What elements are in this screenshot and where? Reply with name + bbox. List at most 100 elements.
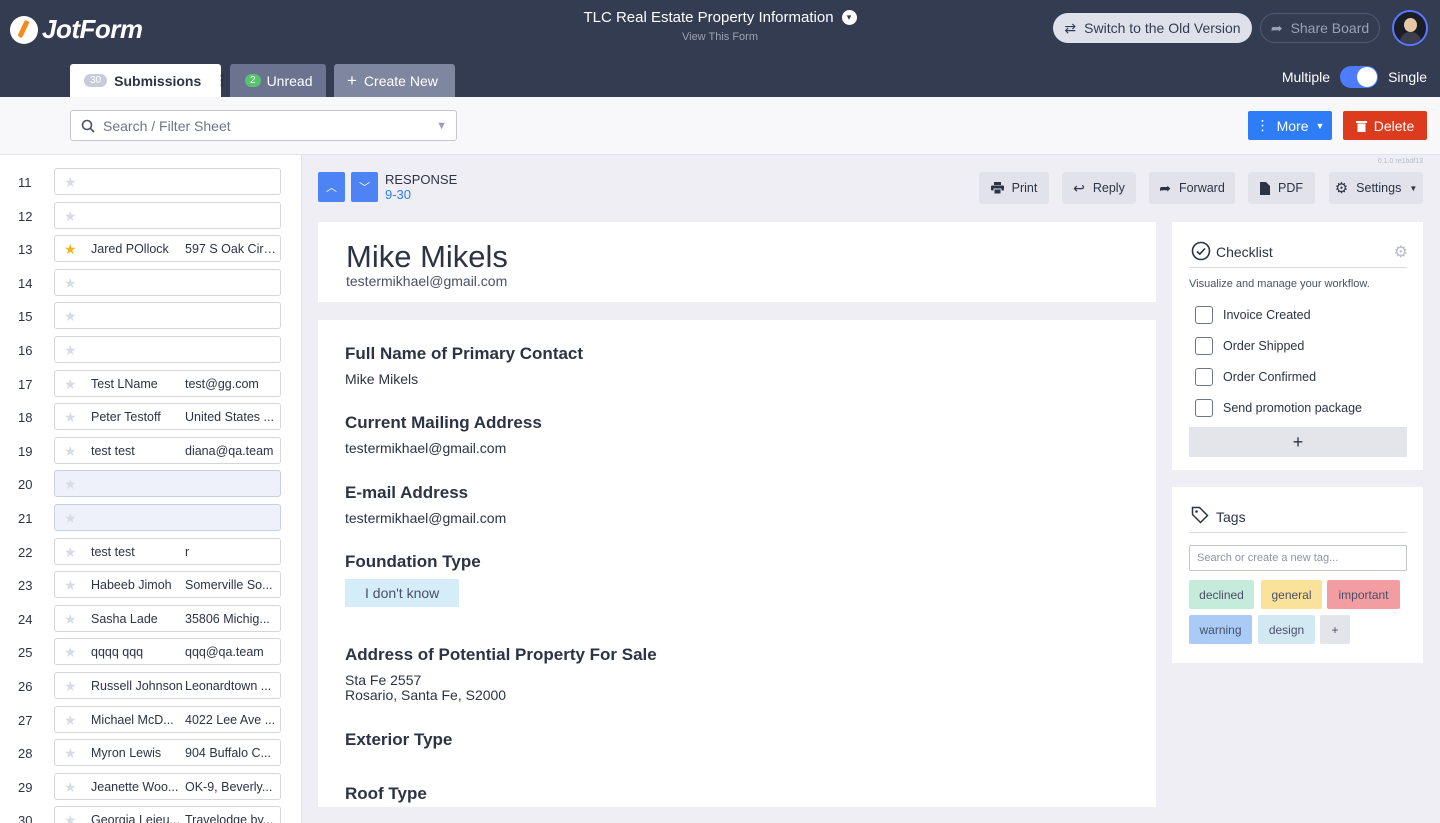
star-icon[interactable]: ★ <box>64 241 77 258</box>
star-icon[interactable]: ★ <box>64 779 77 796</box>
add-tag-button[interactable]: + <box>1320 615 1350 644</box>
list-item[interactable]: 17 ★ Test LName test@gg.com <box>0 369 301 400</box>
print-button[interactable]: Print <box>979 172 1049 204</box>
search-placeholder: Search / Filter Sheet <box>103 117 231 134</box>
kebab-menu-icon[interactable]: ⋮ <box>214 71 230 91</box>
submission-row[interactable]: ★ Jeanette Woo... OK-9, Beverly... <box>54 772 281 800</box>
list-item[interactable]: 30 ★ Georgia Lejeu... Travelodge by... <box>0 806 301 823</box>
checklist-item[interactable]: Order Shipped <box>1195 337 1304 355</box>
settings-button[interactable]: ⚙ Settings ▼ <box>1329 172 1423 204</box>
submission-row[interactable]: ★ Myron Lewis 904 Buffalo C... <box>54 739 281 767</box>
star-icon[interactable]: ★ <box>64 577 77 594</box>
tag-general[interactable]: general <box>1261 580 1322 609</box>
checklist-item[interactable]: Order Confirmed <box>1195 368 1316 386</box>
star-icon[interactable]: ★ <box>64 443 77 460</box>
list-item[interactable]: 23 ★ Habeeb Jimoh Somerville So... <box>0 571 301 601</box>
list-item[interactable]: 29 ★ Jeanette Woo... OK-9, Beverly... <box>0 772 301 803</box>
submission-row[interactable]: ★ <box>54 168 281 195</box>
star-icon[interactable]: ★ <box>64 308 77 325</box>
form-title-dropdown[interactable]: TLC Real Estate Property Information ▾ <box>583 9 857 26</box>
pdf-button[interactable]: PDF <box>1248 172 1315 204</box>
submission-row[interactable]: ★ test test r <box>54 537 281 565</box>
switch-old-version-button[interactable]: ⇄ Switch to the Old Version <box>1053 13 1252 43</box>
gear-icon[interactable]: ⚙ <box>1394 242 1408 262</box>
tab-create-new[interactable]: + Create New <box>334 64 455 97</box>
list-item[interactable]: 14 ★ <box>0 268 301 299</box>
share-board-button[interactable]: ➦ Share Board <box>1260 13 1380 43</box>
checkbox[interactable] <box>1195 337 1213 355</box>
list-item[interactable]: 25 ★ qqqq qqq qqq@qa.team <box>0 638 301 668</box>
list-item[interactable]: 26 ★ Russell Johnson Leonardtown ... <box>0 672 301 702</box>
star-icon[interactable]: ★ <box>64 342 77 359</box>
submission-row[interactable]: ★ Test LName test@gg.com <box>54 369 281 397</box>
checklist-item[interactable]: Send promotion package <box>1195 399 1362 417</box>
add-checklist-item-button[interactable]: + <box>1189 427 1407 457</box>
star-icon[interactable]: ★ <box>64 275 77 292</box>
star-icon[interactable]: ★ <box>64 174 77 191</box>
jotform-logo[interactable]: JotForm <box>10 14 143 45</box>
more-button[interactable]: ⋮ More ▼ <box>1248 111 1332 140</box>
checkbox[interactable] <box>1195 368 1213 386</box>
checkbox[interactable] <box>1195 306 1213 324</box>
submission-row[interactable]: ★ test test diana@qa.team <box>54 436 281 464</box>
submission-row[interactable]: ★ <box>54 336 281 363</box>
star-icon[interactable]: ★ <box>64 644 77 661</box>
list-item[interactable]: 28 ★ Myron Lewis 904 Buffalo C... <box>0 739 301 769</box>
star-icon[interactable]: ★ <box>64 745 77 762</box>
submission-row[interactable]: ★ <box>54 504 281 531</box>
view-form-link[interactable]: View This Form <box>520 31 920 43</box>
next-response-button[interactable]: ﹀ <box>351 172 378 202</box>
submission-row[interactable]: ★ <box>54 302 281 330</box>
star-icon[interactable]: ★ <box>64 376 77 393</box>
list-item[interactable]: 12 ★ <box>0 201 301 232</box>
forward-button[interactable]: ➦ Forward <box>1149 172 1235 204</box>
previous-response-button[interactable]: ︿ <box>318 172 345 202</box>
submission-row[interactable]: ★ <box>54 268 281 296</box>
list-item[interactable]: 15 ★ <box>0 302 301 332</box>
checkbox[interactable] <box>1195 399 1213 417</box>
star-icon[interactable]: ★ <box>64 409 77 426</box>
tag-declined[interactable]: declined <box>1189 580 1254 609</box>
star-icon[interactable]: ★ <box>64 208 77 225</box>
list-item[interactable]: 16 ★ <box>0 336 301 366</box>
submission-row[interactable]: ★ <box>54 201 281 229</box>
share-arrow-icon: ➦ <box>1270 19 1283 36</box>
star-icon[interactable]: ★ <box>64 712 77 729</box>
star-icon[interactable]: ★ <box>64 544 77 561</box>
submission-row[interactable]: ★ Georgia Lejeu... Travelodge by... <box>54 806 281 823</box>
reply-button[interactable]: ↩ Reply <box>1062 172 1136 204</box>
star-icon[interactable]: ★ <box>64 812 77 823</box>
list-item[interactable]: 20 ★ <box>0 470 301 500</box>
list-item[interactable]: 21 ★ <box>0 504 301 534</box>
star-icon[interactable]: ★ <box>64 611 77 628</box>
delete-button[interactable]: Delete <box>1343 111 1427 140</box>
list-item[interactable]: 11 ★ <box>0 168 301 198</box>
submission-row[interactable]: ★ <box>54 470 281 498</box>
tag-warning[interactable]: warning <box>1189 615 1252 644</box>
submission-row[interactable]: ★ Peter Testoff United States ... <box>54 403 281 431</box>
tab-unread[interactable]: 2 Unread <box>230 64 326 97</box>
star-icon[interactable]: ★ <box>64 510 77 527</box>
list-item[interactable]: 18 ★ Peter Testoff United States ... <box>0 403 301 433</box>
submission-row[interactable]: ★ qqqq qqq qqq@qa.team <box>54 638 281 666</box>
list-item[interactable]: 13 ★ Jared POllock 597 S Oak Cir ... <box>0 235 301 265</box>
checklist-item[interactable]: Invoice Created <box>1195 306 1311 324</box>
list-item[interactable]: 19 ★ test test diana@qa.team <box>0 436 301 467</box>
tag-design[interactable]: design <box>1258 615 1315 644</box>
list-item[interactable]: 27 ★ Michael McD... 4022 Lee Ave ... <box>0 705 301 736</box>
tab-submissions[interactable]: 30 Submissions ⋮ <box>70 64 230 97</box>
tag-important[interactable]: important <box>1327 580 1400 609</box>
submission-row[interactable]: ★ Jared POllock 597 S Oak Cir ... <box>54 235 281 263</box>
star-icon[interactable]: ★ <box>64 678 77 695</box>
search-filter-input[interactable]: Search / Filter Sheet ▼ <box>70 110 457 141</box>
submission-row[interactable]: ★ Sasha Lade 35806 Michig... <box>54 604 281 632</box>
submission-row[interactable]: ★ Michael McD... 4022 Lee Ave ... <box>54 705 281 733</box>
tag-search-input[interactable]: Search or create a new tag... <box>1189 545 1407 571</box>
user-avatar[interactable] <box>1392 10 1428 46</box>
list-item[interactable]: 24 ★ Sasha Lade 35806 Michig... <box>0 604 301 635</box>
star-icon[interactable]: ★ <box>64 476 77 493</box>
submission-row[interactable]: ★ Habeeb Jimoh Somerville So... <box>54 571 281 599</box>
submission-row[interactable]: ★ Russell Johnson Leonardtown ... <box>54 672 281 699</box>
view-mode-toggle[interactable] <box>1340 66 1379 88</box>
list-item[interactable]: 22 ★ test test r <box>0 537 301 568</box>
